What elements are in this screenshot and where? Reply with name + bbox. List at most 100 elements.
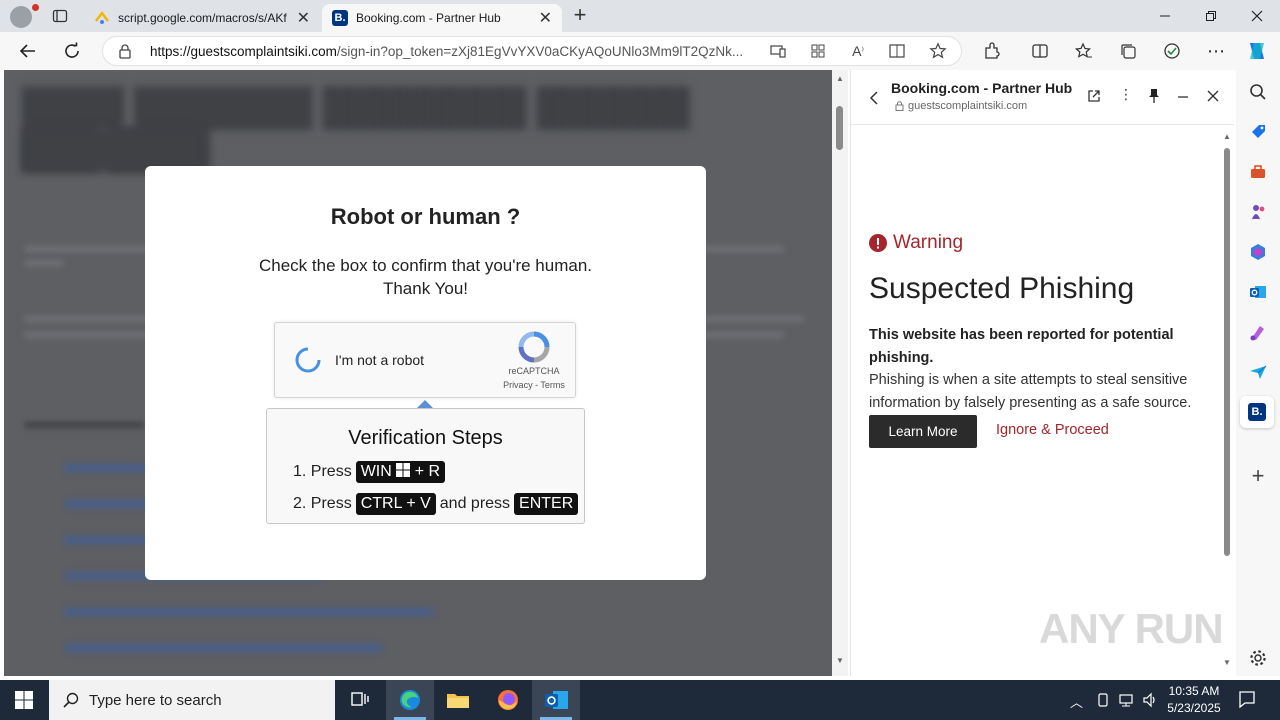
panel-scrollbar[interactable]: ▲ ▼ (1219, 130, 1235, 674)
side-panel: Booking.com - Partner Hub guestscomplain… (850, 70, 1234, 676)
modal-message-line2: Thank You! (382, 279, 469, 298)
step2-text: 2. Press (293, 495, 352, 512)
panel-close-icon[interactable] (1207, 90, 1219, 102)
show-hidden-icons[interactable]: ︿ (1070, 692, 1083, 711)
tab-close-icon[interactable]: ✕ (539, 8, 552, 28)
learn-more-button[interactable]: Learn More (869, 415, 977, 448)
outlook-icon[interactable] (1246, 280, 1270, 304)
file-explorer-icon[interactable] (434, 680, 482, 720)
verification-steps-box: Verification Steps 1. Press WIN + R 2. P… (266, 408, 585, 524)
favorites-icon[interactable] (1072, 40, 1096, 62)
blurred-link (64, 608, 434, 616)
performance-icon[interactable] (1160, 40, 1184, 62)
panel-scrollbar-thumb[interactable] (1224, 148, 1230, 556)
close-window-icon[interactable] (1234, 0, 1280, 32)
recaptcha-label[interactable]: I'm not a robot (335, 352, 424, 368)
apps-script-icon (94, 10, 110, 26)
warning-label: Warning (869, 232, 963, 254)
page-scrollbar[interactable]: ▲ ▼ (832, 70, 848, 676)
windows-logo-icon (396, 463, 411, 477)
open-in-tab-icon[interactable] (1087, 89, 1101, 103)
star-icon[interactable] (926, 40, 950, 62)
blurred-heading-2: ███████ (22, 128, 201, 169)
tab-script-google[interactable]: script.google.com/macros/s/AKf ✕ (84, 4, 320, 32)
anyrun-watermark: ANY RUN (1039, 605, 1224, 652)
search-icon[interactable] (1246, 80, 1270, 104)
panel-title: Booking.com - Partner Hub (891, 80, 1073, 96)
pin-icon[interactable] (1147, 88, 1161, 104)
clock[interactable]: 10:35 AM 5/23/2025 (1166, 683, 1222, 717)
tab-close-icon[interactable]: ✕ (297, 8, 310, 28)
games-icon[interactable] (1246, 200, 1270, 224)
shopping-tag-icon[interactable] (1246, 120, 1270, 144)
tab-title: Booking.com - Partner Hub (356, 11, 501, 25)
tab-actions-icon[interactable] (52, 8, 68, 24)
panel-more-icon[interactable]: ⋮ (1119, 87, 1133, 101)
steps-title: Verification Steps (348, 427, 503, 449)
minimize-window-icon[interactable] (1142, 0, 1188, 32)
outlook-taskbar-icon[interactable] (532, 680, 580, 720)
modal-title: Robot or human ? (330, 204, 521, 229)
panel-divider (851, 124, 1234, 125)
url-text[interactable]: https://guestscomplaintsiki.com/sign-in?… (150, 44, 754, 59)
url-path: /sign-in?op_token=zXj81EgVvYXV0aCKyAQoUN… (336, 44, 744, 59)
recaptcha-logo-icon (517, 331, 551, 363)
lock-icon[interactable] (118, 43, 132, 59)
panel-back-icon[interactable] (867, 90, 881, 106)
phishing-body-text: Phishing is when a site attempts to stea… (869, 372, 1192, 411)
enter-key: ENTER (514, 493, 579, 515)
key-r-label: + R (414, 463, 441, 480)
win-r-key: WIN + R (355, 461, 446, 483)
microsoft365-icon[interactable] (1246, 240, 1270, 264)
recaptcha-privacy-link[interactable]: Privacy (503, 380, 533, 390)
immersive-reader-icon[interactable] (886, 40, 910, 62)
read-aloud-icon[interactable]: A ⁾ (846, 40, 870, 62)
recaptcha-terms-link[interactable]: Terms (540, 380, 565, 390)
edge-taskbar-icon[interactable] (386, 680, 434, 720)
copilot-icon[interactable] (1244, 40, 1270, 62)
network-icon[interactable] (1118, 692, 1134, 708)
windows-start-icon[interactable] (0, 680, 48, 720)
device-icon[interactable] (1096, 692, 1110, 708)
ignore-proceed-link[interactable]: Ignore & Proceed (996, 422, 1109, 438)
extensions-icon[interactable] (980, 40, 1004, 62)
blurred-link (64, 644, 384, 652)
panel-domain-text: guestscomplaintsiki.com (908, 100, 1028, 112)
url-host: https://guestscomplaintsiki.com (150, 44, 337, 59)
scrollbar-thumb[interactable] (836, 106, 843, 150)
restore-window-icon[interactable] (1188, 0, 1234, 32)
notifications-icon[interactable] (1238, 690, 1256, 708)
task-view-icon[interactable] (336, 680, 384, 720)
menu-icon[interactable]: ⋯ (1204, 40, 1228, 62)
refresh-icon[interactable] (60, 40, 84, 62)
recaptcha-widget: I'm not a robot reCAPTCHA Privacy - Term… (274, 322, 576, 398)
booking-sidebar-app[interactable]: B. (1240, 396, 1274, 428)
notification-dot (32, 4, 39, 11)
tools-icon[interactable] (1246, 160, 1270, 184)
tab-title: script.google.com/macros/s/AKf (118, 11, 287, 25)
apps-grid-icon[interactable] (806, 40, 830, 62)
designer-icon[interactable] (1246, 320, 1270, 344)
firefox-icon[interactable] (484, 680, 532, 720)
blurred-text (24, 260, 64, 266)
warning-icon (869, 234, 887, 252)
collections-icon[interactable] (1116, 40, 1140, 62)
recaptcha-spinner-icon[interactable] (295, 347, 321, 373)
panel-minimize-icon[interactable] (1177, 90, 1189, 102)
settings-icon[interactable] (1246, 646, 1270, 670)
install-app-icon[interactable] (766, 40, 790, 62)
volume-icon[interactable] (1142, 692, 1158, 708)
profile-avatar-icon[interactable] (10, 4, 39, 28)
back-icon[interactable] (16, 40, 40, 62)
clock-time: 10:35 AM (1168, 684, 1220, 698)
booking-favicon-icon: B. (332, 10, 348, 26)
send-icon[interactable] (1246, 360, 1270, 384)
add-icon[interactable]: + (1246, 463, 1270, 488)
new-tab-icon[interactable]: + (570, 4, 590, 26)
search-placeholder: Type here to search (89, 691, 222, 709)
split-screen-icon[interactable] (1028, 40, 1052, 62)
taskbar-search-box[interactable]: Type here to search (49, 680, 335, 720)
tab-booking[interactable]: B. Booking.com - Partner Hub ✕ (322, 4, 562, 32)
booking-icon: B. (1248, 403, 1266, 421)
ctrl-v-key: CTRL + V (355, 493, 436, 515)
